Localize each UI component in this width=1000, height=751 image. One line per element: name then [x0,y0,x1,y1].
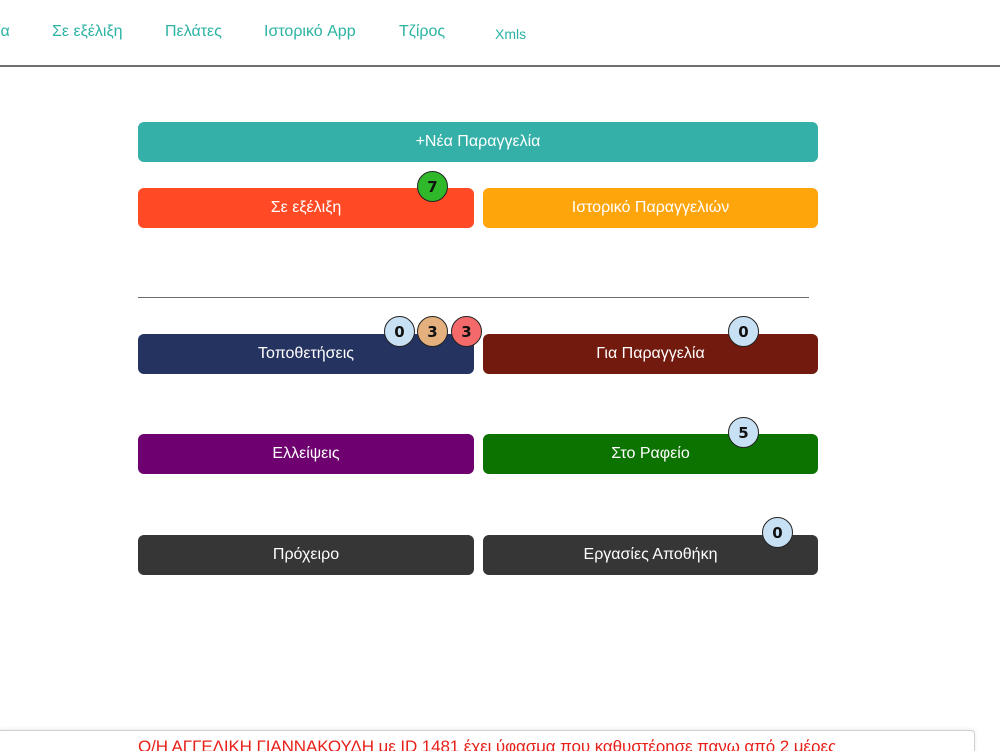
draft-label: Πρόχειρο [272,546,340,563]
new-order-label: +Νέα Παραγγελία [415,133,541,150]
in-progress-label: Σε εξέλιξη [270,199,342,216]
new-order-button[interactable]: +Νέα Παραγγελία [138,122,818,162]
shortages-label: Ελλείψεις [272,445,340,462]
in-progress-count-badge: 7 [417,171,448,202]
section-divider [138,297,809,298]
nav-item-xmls[interactable]: Xmls [495,24,526,44]
placements-blue-badge: 0 [384,316,415,347]
on-shelf-button[interactable]: Στο Ραφείο [483,434,818,474]
shortages-button[interactable]: Ελλείψεις [138,434,474,474]
page: ία Σε εξέλιξη Πελάτες Ιστορικό App Τζίρο… [0,0,1000,751]
to-order-button[interactable]: Για Παραγγελία [483,334,818,374]
placements-label: Τοποθετήσεις [258,345,354,362]
top-nav: ία Σε εξέλιξη Πελάτες Ιστορικό App Τζίρο… [0,0,1000,67]
to-order-label: Για Παραγγελία [596,345,705,362]
delay-alert-message: Ο/Η ΑΓΓΕΛΙΚΗ ΓΙΑΝΝΑΚΟΥΔΗ με ID 1481 έχει… [137,737,837,751]
placements-red-badge: 3 [451,316,482,347]
on-shelf-label: Στο Ραφείο [611,445,690,462]
nav-item-orders-truncated[interactable]: ία [0,22,10,42]
warehouse-tasks-count-badge: 0 [762,517,793,548]
on-shelf-count-badge: 5 [728,417,759,448]
order-history-label: Ιστορικό Παραγγελιών [571,199,730,216]
nav-item-app-history[interactable]: Ιστορικό App [264,22,356,42]
order-history-button[interactable]: Ιστορικό Παραγγελιών [483,188,818,228]
delay-alert: Ο/Η ΑΓΓΕΛΙΚΗ ΓΙΑΝΝΑΚΟΥΔΗ με ID 1481 έχει… [0,730,975,751]
nav-item-turnover[interactable]: Τζίρος [399,22,445,42]
nav-item-in-progress[interactable]: Σε εξέλιξη [52,22,123,42]
to-order-count-badge: 0 [728,316,759,347]
warehouse-tasks-label: Εργασίες Αποθήκη [583,546,718,563]
placements-orange-badge: 3 [417,316,448,347]
draft-button[interactable]: Πρόχειρο [138,535,474,575]
nav-item-customers[interactable]: Πελάτες [165,22,222,42]
